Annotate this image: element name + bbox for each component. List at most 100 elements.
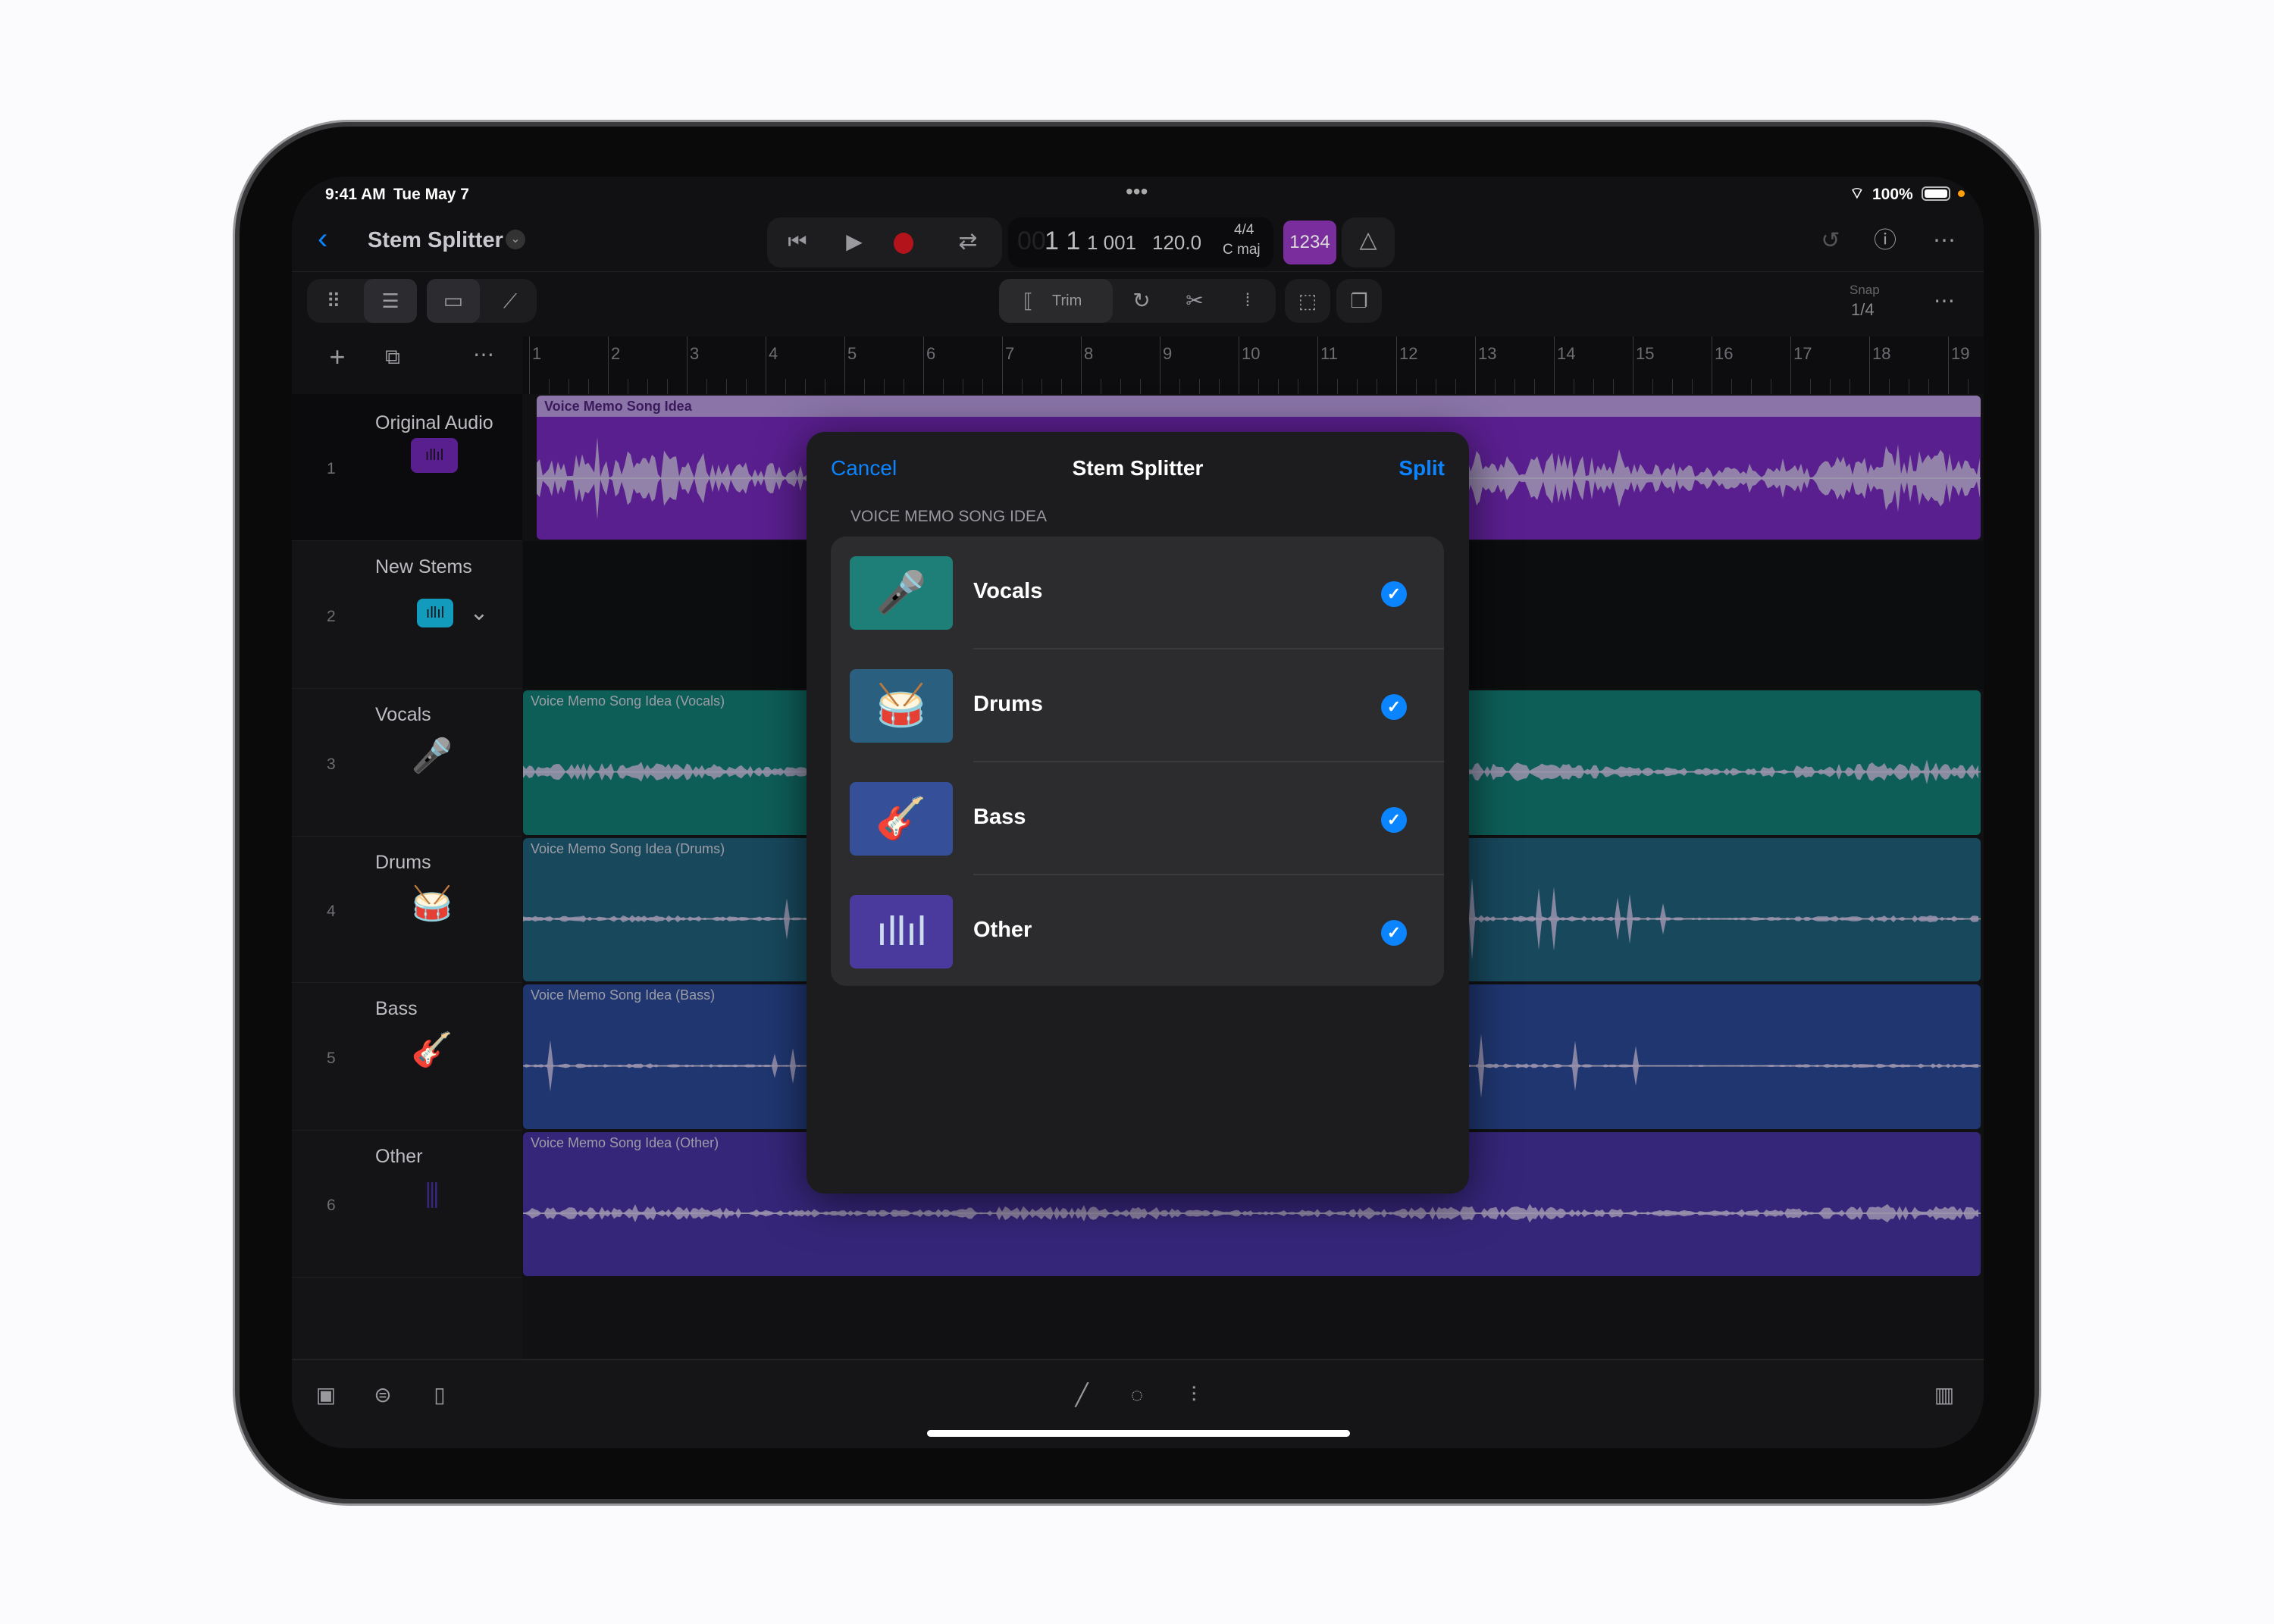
track-header[interactable]: Original Audio 1 ıllıl: [292, 394, 522, 541]
ruler-bar-line: [1869, 336, 1870, 394]
chevron-down-icon[interactable]: ⌄: [506, 230, 525, 249]
snap-label: Snap: [1850, 283, 1880, 297]
scissors-icon[interactable]: ✂: [1170, 279, 1220, 323]
smart-controls-icon[interactable]: ⊜: [364, 1372, 402, 1418]
view-toggle: ⠿ ☰: [307, 279, 417, 323]
track-more-icon[interactable]: ⋯: [465, 336, 503, 374]
ruler-tick: [785, 379, 786, 394]
track-header[interactable]: Bass 5 🎸: [292, 983, 522, 1131]
automation-icon[interactable]: ⟋: [484, 279, 537, 323]
play-icon[interactable]: ▶: [832, 219, 877, 264]
ruler-tick: [1258, 379, 1259, 394]
dialog-title: Stem Splitter: [1072, 456, 1204, 480]
lcd-position: 1 1: [1045, 227, 1081, 255]
ruler-bar-number: 15: [1636, 344, 1655, 363]
ruler-tick: [1061, 379, 1062, 394]
ruler-bar-number: 11: [1320, 344, 1338, 363]
ruler-bar-number: 13: [1478, 344, 1497, 363]
ruler-tick: [864, 379, 865, 394]
ruler-bar-number: 18: [1872, 344, 1891, 363]
split-button[interactable]: Split: [1399, 456, 1445, 480]
multitasking-dots-icon[interactable]: •••: [1126, 180, 1148, 204]
drum-kit-icon: 🥁: [850, 669, 953, 743]
inspector-icon[interactable]: ▯: [421, 1372, 459, 1418]
stem-list: 🎤 Vocals ✓ 🥁 Drums ✓ 🎸 Bass ✓ ıllıl Othe…: [831, 537, 1444, 986]
add-track-icon[interactable]: +: [318, 338, 356, 376]
ruler-bar-number: 2: [611, 344, 621, 363]
home-indicator[interactable]: [927, 1430, 1350, 1437]
stem-row-drums[interactable]: 🥁 Drums ✓: [831, 649, 1444, 762]
region-icon[interactable]: ▭: [427, 279, 480, 323]
snap-value[interactable]: 1/4: [1851, 300, 1875, 320]
ruler-bar-number: 17: [1793, 344, 1812, 363]
ruler-tick: [1889, 379, 1890, 394]
split-tool-icon[interactable]: ⁞: [1223, 279, 1273, 323]
ruler-tick: [1928, 379, 1929, 394]
track-name: Drums: [375, 852, 431, 873]
tracks-view-icon[interactable]: ☰: [364, 279, 417, 323]
undo-icon[interactable]: ↺: [1808, 218, 1853, 264]
bottom-bar: ▣ ⊜ ▯ ╱ ◌ ⫶ ▥: [292, 1359, 1984, 1448]
ruler-tick: [1357, 379, 1358, 394]
stem-row-other[interactable]: ıllıl Other ✓: [831, 875, 1444, 986]
duplicate-track-icon[interactable]: ⧉: [374, 338, 412, 376]
project-title[interactable]: Stem Splitter: [368, 228, 503, 253]
checkmark-icon[interactable]: ✓: [1381, 581, 1407, 607]
ruler-bar-line: [923, 336, 924, 394]
pencil-icon[interactable]: ╱: [1063, 1372, 1101, 1418]
ruler-tick: [1968, 379, 1969, 394]
expand-stems-chevron-icon[interactable]: ⌄: [460, 594, 498, 632]
wifi-icon: ⌔: [1850, 185, 1865, 202]
copy-icon[interactable]: ❐: [1336, 279, 1382, 323]
ruler-tick: [746, 379, 747, 394]
checkmark-icon[interactable]: ✓: [1381, 807, 1407, 833]
checkmark-icon[interactable]: ✓: [1381, 920, 1407, 946]
ruler-bar-line: [1002, 336, 1003, 394]
ruler-bar-line: [1554, 336, 1555, 394]
track-name: Vocals: [375, 704, 431, 725]
trim-tool[interactable]: ⟦ Trim: [999, 279, 1113, 323]
browser-icon[interactable]: ▣: [307, 1372, 345, 1418]
ruler-tick: [943, 379, 944, 394]
stem-row-vocals[interactable]: 🎤 Vocals ✓: [831, 537, 1444, 649]
more-icon[interactable]: ⋯: [1922, 218, 1967, 264]
track-number: 4: [327, 902, 336, 920]
help-icon[interactable]: ⓘ: [1862, 218, 1908, 264]
rewind-icon[interactable]: ⏮: [775, 219, 820, 264]
track-header[interactable]: Drums 4 🥁: [292, 837, 522, 983]
stem-label: Drums: [973, 692, 1043, 716]
record-button[interactable]: [894, 233, 913, 254]
ruler-tick: [805, 379, 806, 394]
microphone-icon: 🎤: [411, 737, 453, 774]
ruler-bar-line: [687, 336, 688, 394]
waveform-icon: ⦀: [424, 1178, 440, 1215]
stem-label: Other: [973, 918, 1032, 942]
ruler-tick: [667, 379, 668, 394]
marquee-icon[interactable]: ⬚: [1285, 279, 1330, 323]
track-header[interactable]: Vocals 3 🎤: [292, 689, 522, 837]
mixer-icon[interactable]: ⫶: [1175, 1372, 1213, 1418]
count-in-button[interactable]: 1234: [1283, 221, 1336, 264]
metronome-icon[interactable]: △: [1342, 217, 1395, 268]
ruler-bar-number: 4: [769, 344, 778, 363]
back-icon[interactable]: ‹: [318, 222, 327, 256]
cycle-icon[interactable]: ⇄: [945, 219, 991, 264]
loop-tool-icon[interactable]: ↻: [1117, 279, 1167, 323]
ruler-bar-number: 6: [926, 344, 936, 363]
timer-icon[interactable]: ◌: [1118, 1372, 1156, 1418]
stem-row-bass[interactable]: 🎸 Bass ✓: [831, 762, 1444, 875]
ruler[interactable]: 1 2 3 4 5 6 7 8 9 10 11 12 13 14 15 16 17 18 19: [523, 336, 1984, 394]
ruler-bar-number: 7: [1005, 344, 1015, 363]
toolbar-more-icon[interactable]: ⋯: [1922, 278, 1967, 324]
track-header[interactable]: Other 6 ⦀: [292, 1131, 522, 1278]
track-header[interactable]: New Stems 2 ıllıl ⌄: [292, 541, 522, 689]
grid-view-icon[interactable]: ⠿: [307, 279, 360, 323]
checkmark-icon[interactable]: ✓: [1381, 694, 1407, 720]
ruler-bar-line: [1790, 336, 1791, 394]
lcd-display[interactable]: 00 1 1 1 001 120.0 4/4 C maj: [1008, 217, 1273, 268]
waveform-icon: ıllıl: [411, 438, 458, 473]
ruler-tick: [1337, 379, 1338, 394]
piano-keyboard-icon[interactable]: ▥: [1925, 1372, 1963, 1418]
ruler-bar-number: 19: [1951, 344, 1970, 363]
ruler-bar-line: [608, 336, 609, 394]
